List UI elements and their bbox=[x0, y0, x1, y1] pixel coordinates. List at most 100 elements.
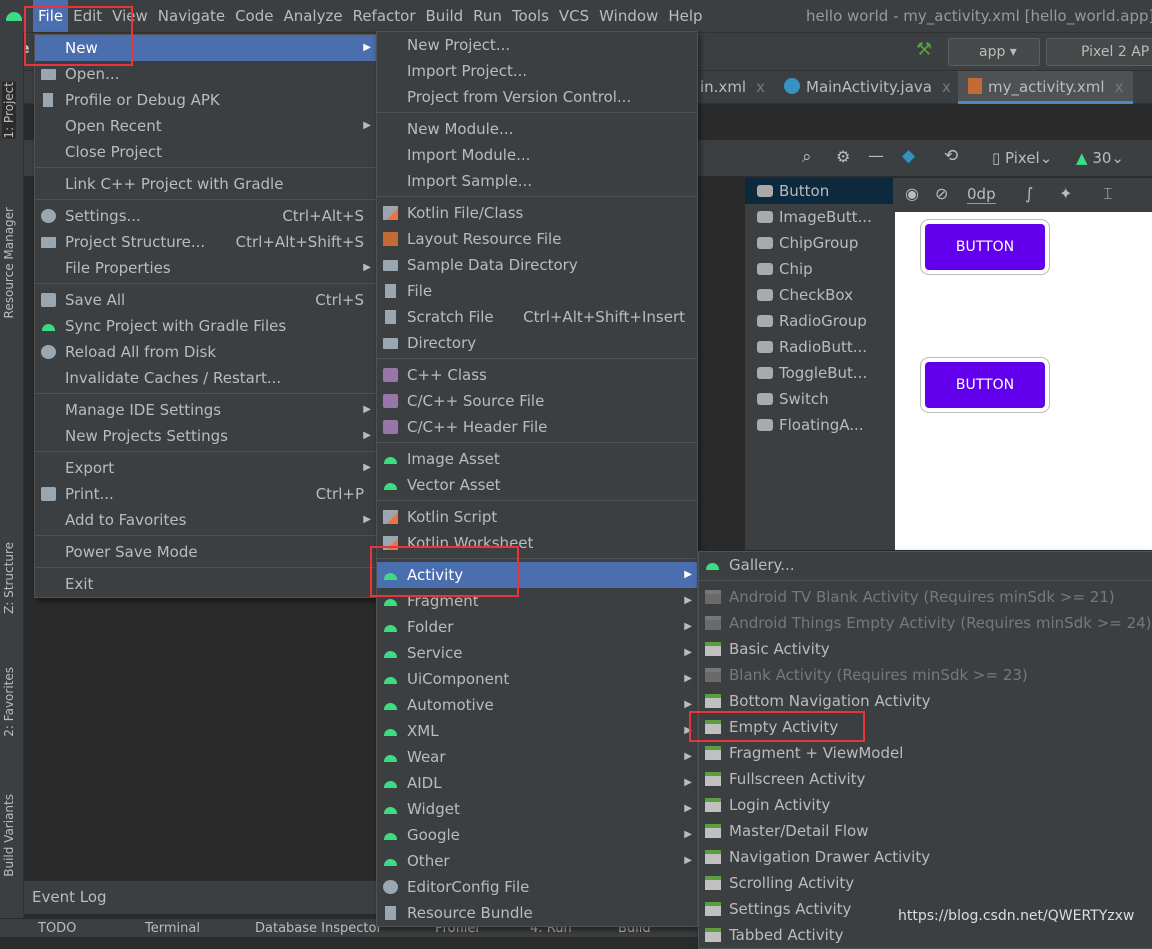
search-icon[interactable]: ⌕ bbox=[802, 147, 812, 167]
menu-item-project-structure[interactable]: Project Structure... Ctrl+Alt+Shift+S bbox=[35, 229, 376, 255]
menu-item-add-to-favorites[interactable]: Add to Favorites ▶ bbox=[35, 507, 376, 533]
menu-item-gallery[interactable]: Gallery... bbox=[699, 552, 1152, 578]
menu-item-c-class[interactable]: C++ Class bbox=[377, 362, 697, 388]
tool-database-inspector[interactable]: Database Inspector bbox=[255, 921, 382, 936]
menu-item-new-projects-settings[interactable]: New Projects Settings ▶ bbox=[35, 423, 376, 449]
menu-item-file-properties[interactable]: File Properties ▶ bbox=[35, 255, 376, 281]
menu-item-sample-data-directory[interactable]: Sample Data Directory bbox=[377, 252, 697, 278]
menu-window[interactable]: Window bbox=[594, 0, 663, 32]
menu-item-aidl[interactable]: AIDL ▶ bbox=[377, 770, 697, 796]
event-log-label[interactable]: Event Log bbox=[32, 888, 107, 906]
tab-main-xml[interactable]: in.xml x bbox=[700, 71, 765, 104]
menu-refactor[interactable]: Refactor bbox=[348, 0, 421, 32]
menu-item-navigation-drawer-activity[interactable]: Navigation Drawer Activity bbox=[699, 844, 1152, 870]
menu-item-open-recent[interactable]: Open Recent ▶ bbox=[35, 113, 376, 139]
menu-item-print[interactable]: Print... Ctrl+P bbox=[35, 481, 376, 507]
menu-item-file[interactable]: File bbox=[377, 278, 697, 304]
menu-item-settings[interactable]: Settings... Ctrl+Alt+S bbox=[35, 203, 376, 229]
menu-item-image-asset[interactable]: Image Asset bbox=[377, 446, 697, 472]
preview-button[interactable]: BUTTON bbox=[920, 357, 1050, 413]
default-margin-field[interactable]: 0dp bbox=[967, 185, 996, 204]
menu-item-directory[interactable]: Directory bbox=[377, 330, 697, 356]
build-hammer-icon[interactable]: ⚒ bbox=[916, 39, 932, 60]
preview-button[interactable]: BUTTON bbox=[920, 219, 1050, 275]
tool-project[interactable]: 1: Project bbox=[2, 82, 16, 139]
palette-item-radiobutt[interactable]: RadioButt... bbox=[757, 334, 867, 360]
tool-resource-manager[interactable]: Resource Manager bbox=[2, 207, 16, 318]
menu-item-automotive[interactable]: Automotive ▶ bbox=[377, 692, 697, 718]
menu-item-save-all[interactable]: Save All Ctrl+S bbox=[35, 287, 376, 313]
menu-item-layout-resource-file[interactable]: Layout Resource File bbox=[377, 226, 697, 252]
menu-tools[interactable]: Tools bbox=[507, 0, 554, 32]
menu-item-kotlin-file-class[interactable]: Kotlin File/Class bbox=[377, 200, 697, 226]
menu-item-reload-all-from-disk[interactable]: Reload All from Disk bbox=[35, 339, 376, 365]
tool-build-variants[interactable]: Build Variants bbox=[2, 794, 16, 877]
menu-item-new-module[interactable]: New Module... bbox=[377, 116, 697, 142]
palette-item-imagebutt[interactable]: ImageButt... bbox=[757, 204, 872, 230]
menu-item-vector-asset[interactable]: Vector Asset bbox=[377, 472, 697, 498]
menu-item-manage-ide-settings[interactable]: Manage IDE Settings ▶ bbox=[35, 397, 376, 423]
palette-item-switch[interactable]: Switch bbox=[757, 386, 829, 412]
palette-item-chip[interactable]: Chip bbox=[757, 256, 813, 282]
menu-item-c-c-source-file[interactable]: C/C++ Source File bbox=[377, 388, 697, 414]
close-icon[interactable]: x bbox=[942, 78, 951, 96]
palette-item-radiogroup[interactable]: RadioGroup bbox=[757, 308, 867, 334]
menu-item-import-module[interactable]: Import Module... bbox=[377, 142, 697, 168]
menu-item-basic-activity[interactable]: Basic Activity bbox=[699, 636, 1152, 662]
menu-item-fullscreen-activity[interactable]: Fullscreen Activity bbox=[699, 766, 1152, 792]
menu-item-export[interactable]: Export ▶ bbox=[35, 455, 376, 481]
menu-item-tabbed-activity[interactable]: Tabbed Activity bbox=[699, 922, 1152, 948]
eye-icon[interactable]: ◉ bbox=[905, 184, 919, 203]
menu-item-xml[interactable]: XML ▶ bbox=[377, 718, 697, 744]
menu-item-editorconfig-file[interactable]: EditorConfig File bbox=[377, 874, 697, 900]
menu-help[interactable]: Help bbox=[663, 0, 707, 32]
menu-item-fragment-viewmodel[interactable]: Fragment + ViewModel bbox=[699, 740, 1152, 766]
menu-code[interactable]: Code bbox=[230, 0, 278, 32]
menu-item-scratch-file[interactable]: Scratch File Ctrl+Alt+Shift+Insert bbox=[377, 304, 697, 330]
menu-item-login-activity[interactable]: Login Activity bbox=[699, 792, 1152, 818]
clear-constraints-icon[interactable]: ∫ bbox=[1025, 184, 1033, 203]
menu-item-import-project[interactable]: Import Project... bbox=[377, 58, 697, 84]
orientation-icon[interactable]: ⟲ bbox=[944, 146, 958, 166]
infer-constraints-icon[interactable]: ✦ bbox=[1059, 184, 1072, 203]
device-select[interactable]: Pixel 2 AP bbox=[1046, 38, 1152, 66]
menu-build[interactable]: Build bbox=[421, 0, 469, 32]
menu-item-link-c-project-with-gradle[interactable]: Link C++ Project with Gradle bbox=[35, 171, 376, 197]
menu-item-project-from-version-control[interactable]: Project from Version Control... bbox=[377, 84, 697, 110]
close-icon[interactable]: x bbox=[756, 78, 765, 96]
menu-vcs[interactable]: VCS bbox=[554, 0, 594, 32]
tool-terminal[interactable]: Terminal bbox=[145, 921, 200, 936]
menu-item-scrolling-activity[interactable]: Scrolling Activity bbox=[699, 870, 1152, 896]
menu-item-close-project[interactable]: Close Project bbox=[35, 139, 376, 165]
run-config-select[interactable]: app ▾ bbox=[948, 38, 1040, 66]
menu-item-profile-or-debug-apk[interactable]: Profile or Debug APK bbox=[35, 87, 376, 113]
tool-structure[interactable]: Z: Structure bbox=[2, 542, 16, 614]
minimize-icon[interactable]: — bbox=[868, 146, 884, 165]
palette-item-checkbox[interactable]: CheckBox bbox=[757, 282, 853, 308]
menu-item-wear[interactable]: Wear ▶ bbox=[377, 744, 697, 770]
palette-item-togglebut[interactable]: ToggleBut... bbox=[757, 360, 867, 386]
menu-item-power-save-mode[interactable]: Power Save Mode bbox=[35, 539, 376, 565]
menu-item-exit[interactable]: Exit bbox=[35, 571, 376, 597]
palette-item-floatinga[interactable]: FloatingA... bbox=[757, 412, 864, 438]
gear-icon[interactable]: ⚙ bbox=[836, 147, 850, 166]
layers-icon[interactable]: ◆ bbox=[902, 146, 915, 166]
menu-item-folder[interactable]: Folder ▶ bbox=[377, 614, 697, 640]
menu-run[interactable]: Run bbox=[468, 0, 507, 32]
menu-item-kotlin-script[interactable]: Kotlin Script bbox=[377, 504, 697, 530]
menu-item-master-detail-flow[interactable]: Master/Detail Flow bbox=[699, 818, 1152, 844]
menu-item-resource-bundle[interactable]: Resource Bundle bbox=[377, 900, 697, 926]
menu-item-other[interactable]: Other ▶ bbox=[377, 848, 697, 874]
tab-my-activity-xml[interactable]: my_activity.xml x bbox=[958, 71, 1134, 104]
menu-item-uicomponent[interactable]: UiComponent ▶ bbox=[377, 666, 697, 692]
api-dropdown[interactable]: ▲ 30⌄ bbox=[1076, 149, 1124, 167]
palette-item-button[interactable]: Button bbox=[745, 178, 893, 204]
menu-analyze[interactable]: Analyze bbox=[278, 0, 347, 32]
menu-item-c-c-header-file[interactable]: C/C++ Header File bbox=[377, 414, 697, 440]
magnet-icon[interactable]: ⊘ bbox=[935, 184, 948, 203]
menu-item-sync-project-with-gradle-files[interactable]: Sync Project with Gradle Files bbox=[35, 313, 376, 339]
tool-favorites[interactable]: 2: Favorites bbox=[2, 667, 16, 737]
menu-item-service[interactable]: Service ▶ bbox=[377, 640, 697, 666]
palette-item-chipgroup[interactable]: ChipGroup bbox=[757, 230, 858, 256]
guidelines-icon[interactable]: ⌶ bbox=[1103, 184, 1113, 204]
